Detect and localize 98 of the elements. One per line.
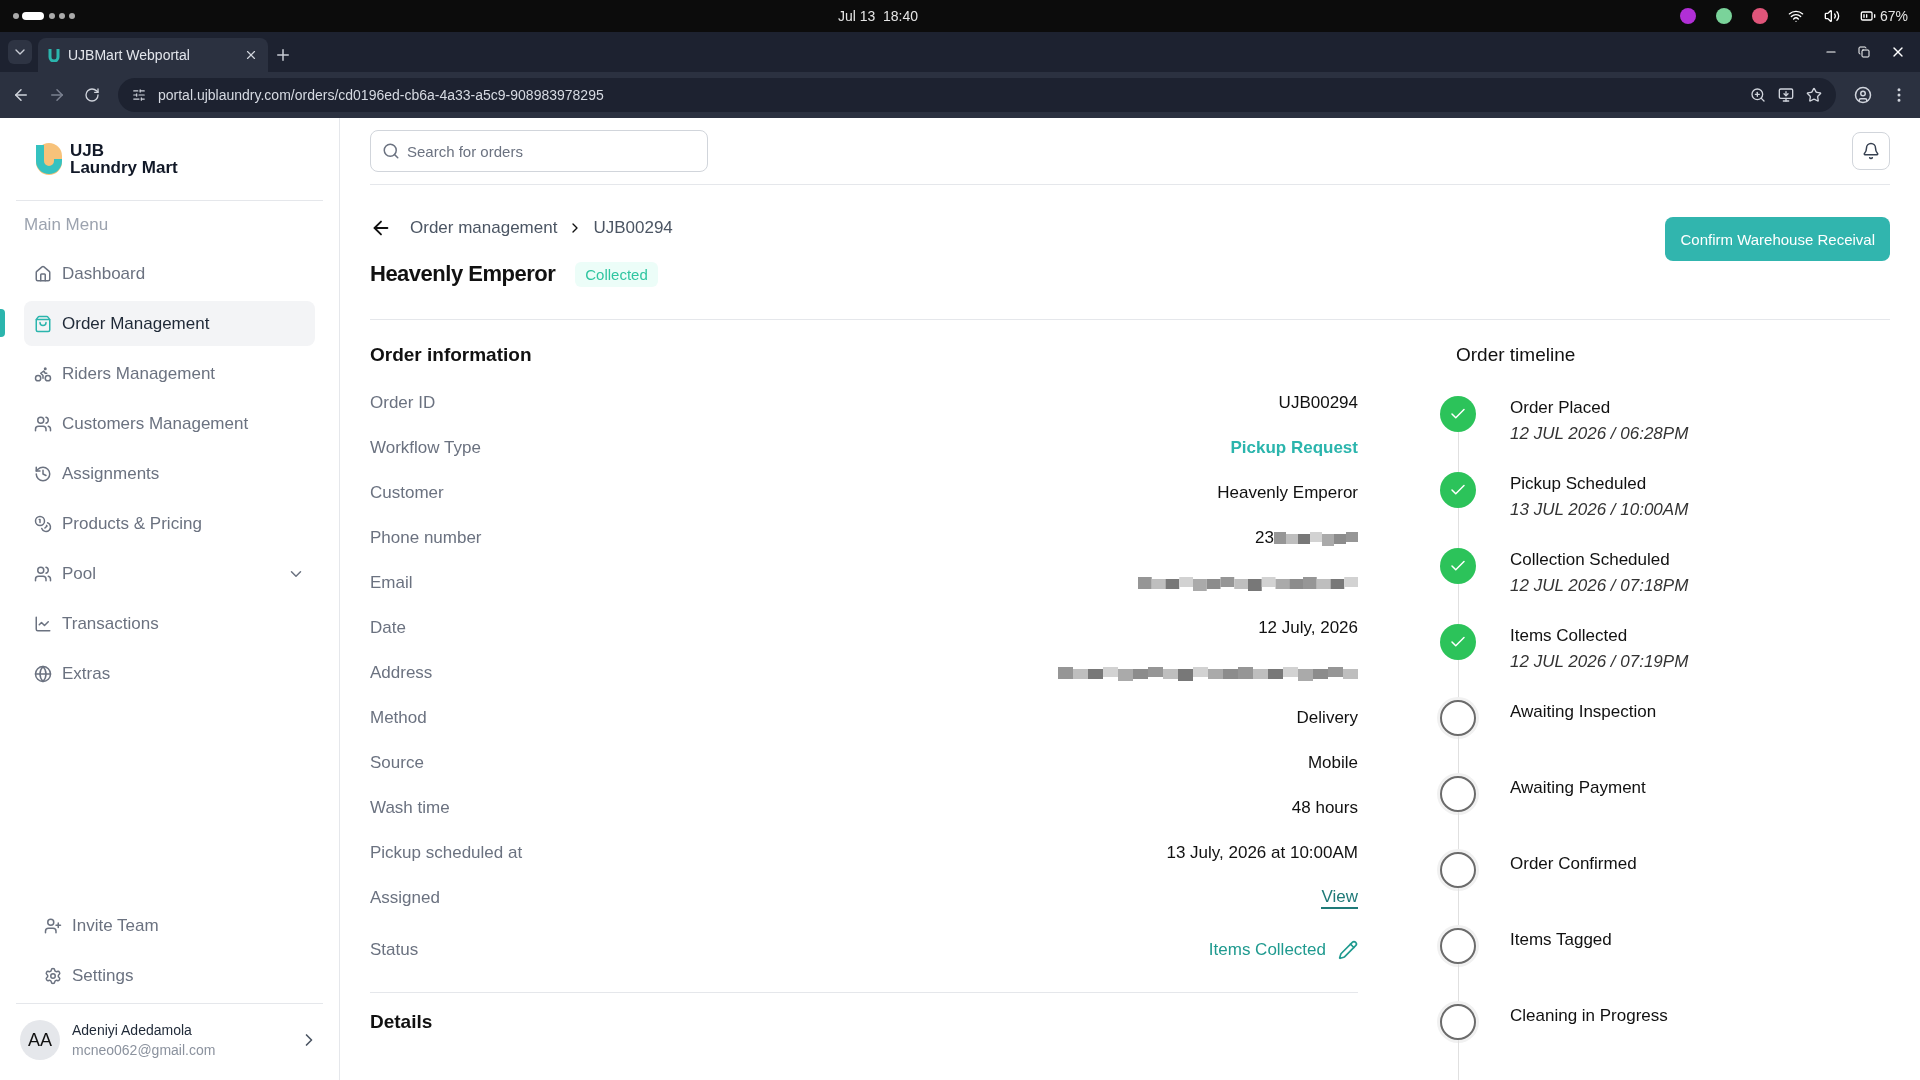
field-value: Heavenly Emperor [1217, 482, 1358, 503]
field-value: 12 July, 2026 [1258, 617, 1358, 638]
menu-item[interactable]: Dashboard [24, 251, 315, 296]
forward-icon[interactable] [48, 86, 66, 104]
section-title: Details [370, 992, 1358, 1033]
history-icon [34, 464, 52, 483]
field-label: Pickup scheduled at [370, 842, 523, 863]
battery-level: 67% [1879, 8, 1908, 24]
wifi-icon[interactable] [1787, 8, 1804, 24]
status-value: Items Collected [1208, 940, 1326, 960]
plus-icon [274, 46, 292, 64]
section-title: Order information [370, 344, 533, 366]
status-badge: Collected [575, 261, 658, 287]
zoom-icon[interactable] [1750, 87, 1766, 103]
edit-icon[interactable] [1338, 940, 1358, 960]
step-title: Items Tagged [1510, 930, 1612, 950]
install-icon[interactable] [1778, 87, 1794, 103]
bicycle-icon [34, 364, 52, 383]
step-title: Awaiting Inspection [1510, 702, 1657, 722]
step-time: 12 JUL 2026 / 07:19PM [1510, 652, 1689, 672]
battery-icon[interactable] [1859, 8, 1876, 24]
user-name: Adeniyi Adedamola [72, 1022, 193, 1038]
field-label: Method [370, 707, 427, 728]
user-email: mcneo062@gmail.com [72, 1042, 217, 1058]
menu-item[interactable]: Riders Management [24, 351, 315, 396]
menu-item[interactable]: Pool [24, 551, 315, 596]
step-title: Order Placed [1510, 398, 1612, 418]
field-label: Workflow Type [370, 437, 481, 458]
field-label: Phone number [370, 527, 482, 548]
field-value: UJB00294 [1278, 392, 1358, 413]
settings-icon [44, 966, 62, 985]
workspace-indicator-icon[interactable] [12, 12, 76, 20]
workflow-value: Pickup Request [1230, 437, 1358, 458]
site-settings-icon[interactable] [132, 88, 146, 102]
menu-item[interactable]: Customers Management [24, 401, 315, 446]
logo-text: Laundry Mart [70, 159, 178, 176]
line-chart-icon [34, 614, 52, 633]
field-label: Address [370, 662, 433, 683]
menu-item[interactable]: Invite Team [24, 903, 315, 948]
field-label: Customer [370, 482, 444, 503]
house-icon [34, 264, 52, 283]
volume-icon[interactable] [1823, 8, 1840, 24]
bookmark-icon[interactable] [1806, 87, 1822, 103]
back-icon[interactable] [12, 86, 30, 104]
field-label: Order ID [370, 392, 436, 413]
field-label: Status [370, 940, 419, 960]
search-icon [382, 142, 400, 160]
coins-icon [34, 514, 52, 533]
field-value: 48 hours [1291, 797, 1358, 818]
step-title: Collection Scheduled [1510, 550, 1671, 570]
restore-icon[interactable] [1858, 46, 1870, 58]
step-title: Pickup Scheduled [1510, 474, 1648, 494]
field-label: Assigned [370, 887, 440, 908]
logo-text: UJB [70, 142, 105, 159]
clock-text[interactable]: Jul 13 18:40 [837, 8, 919, 24]
reload-icon[interactable] [84, 87, 100, 103]
step-time: 12 JUL 2026 / 07:18PM [1510, 576, 1689, 596]
user-avatar: AA [20, 1020, 60, 1060]
breadcrumb-item[interactable]: Order management [410, 218, 558, 238]
step-time: 12 JUL 2026 / 06:28PM [1510, 424, 1689, 444]
search-field[interactable]: Search for orders [370, 130, 708, 172]
people-icon [34, 414, 52, 433]
breadcrumb-item[interactable]: UJB00294 [593, 218, 673, 238]
browser-tab[interactable]: UJBMart Webportal [38, 38, 268, 72]
field-value: Mobile [1307, 752, 1358, 773]
menu-item[interactable]: Assignments [24, 451, 315, 496]
field-label: Wash time [370, 797, 450, 818]
field-label: Email [370, 572, 413, 593]
notifications-button[interactable] [1852, 132, 1890, 170]
field-label: Source [370, 752, 424, 773]
favicon-icon [48, 48, 60, 62]
close-tab-icon[interactable] [244, 48, 258, 62]
step-title: Cleaning in Progress [1510, 1006, 1668, 1026]
field-value: 23 [1255, 527, 1274, 548]
field-label: Date [370, 617, 406, 638]
step-title: Order Confirmed [1510, 854, 1637, 874]
field-value: 13 July, 2026 at 10:00AM [1166, 842, 1358, 863]
menu-item[interactable]: Extras [24, 651, 315, 696]
add-user-icon [44, 916, 62, 935]
bell-icon [1862, 142, 1880, 160]
field-value: Delivery [1296, 707, 1358, 728]
menu-item[interactable]: Transactions [24, 601, 315, 646]
section-title: Order timeline [1456, 344, 1577, 366]
view-link[interactable]: View [1321, 886, 1358, 909]
page-title: Heavenly Emperor [370, 261, 556, 287]
step-title: Items Collected [1510, 626, 1629, 646]
globe-icon [34, 664, 52, 683]
tab-list-button[interactable] [8, 40, 32, 64]
profile-icon[interactable] [1854, 86, 1872, 104]
menu-item[interactable]: Settings [24, 953, 315, 998]
menu-heading: Main Menu [24, 215, 110, 235]
app-indicator-icon[interactable] [1751, 8, 1768, 24]
menu-item[interactable]: Products & Pricing [24, 501, 315, 546]
bag-icon [34, 314, 52, 333]
step-title: Awaiting Payment [1510, 778, 1646, 798]
step-time: 13 JUL 2026 / 10:00AM [1510, 500, 1689, 520]
active-indicator [0, 309, 5, 337]
app-indicator-icon[interactable] [1715, 8, 1732, 24]
